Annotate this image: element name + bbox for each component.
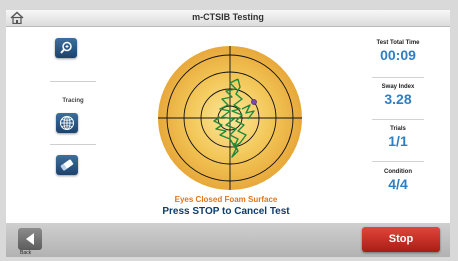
stat-divider xyxy=(372,77,424,78)
stat-condition: Condition 4/4 xyxy=(358,169,438,192)
zoom-icon xyxy=(60,41,72,54)
stat-divider xyxy=(372,161,424,162)
title-bar: m-CTSIB Testing xyxy=(6,10,450,27)
stat-trials-label: Trials xyxy=(390,126,406,132)
stat-condition-label: Condition xyxy=(384,169,412,175)
sway-target xyxy=(158,46,302,190)
window-title: m-CTSIB Testing xyxy=(192,12,264,22)
back-button[interactable] xyxy=(18,228,42,250)
stop-button[interactable]: Stop xyxy=(362,227,440,252)
stat-divider xyxy=(372,119,424,120)
stat-sway-index-label: Sway Index xyxy=(381,84,415,90)
tracing-button[interactable] xyxy=(56,113,78,133)
stat-total-time: Test Total Time 00:09 xyxy=(358,40,438,63)
stat-trials-value: 1/1 xyxy=(388,133,408,149)
stat-total-time-label: Test Total Time xyxy=(376,40,420,46)
stat-sway-index-value: 3.28 xyxy=(384,91,412,107)
eraser-icon xyxy=(60,159,74,171)
left-divider-2 xyxy=(50,144,96,145)
condition-text: Eyes Closed Foam Surface xyxy=(174,195,278,204)
tracing-label: Tracing xyxy=(62,98,84,104)
left-divider xyxy=(50,81,96,82)
clear-tracing-button[interactable] xyxy=(56,155,78,175)
back-label: Back xyxy=(20,250,32,256)
current-position-marker xyxy=(251,99,257,105)
stat-total-time-value: 00:09 xyxy=(380,47,416,63)
stat-trials: Trials 1/1 xyxy=(358,126,438,149)
zoom-button[interactable] xyxy=(55,38,77,58)
bottom-bar: Back Stop xyxy=(6,223,450,257)
back-arrow-icon xyxy=(26,233,34,245)
main-content: Tracing Eyes Closed Foam Surface Press S… xyxy=(6,27,450,223)
stat-condition-value: 4/4 xyxy=(388,176,408,192)
globe-icon xyxy=(60,116,74,130)
instruction-text: Press STOP to Cancel Test xyxy=(162,206,290,217)
stat-sway-index: Sway Index 3.28 xyxy=(358,84,438,107)
